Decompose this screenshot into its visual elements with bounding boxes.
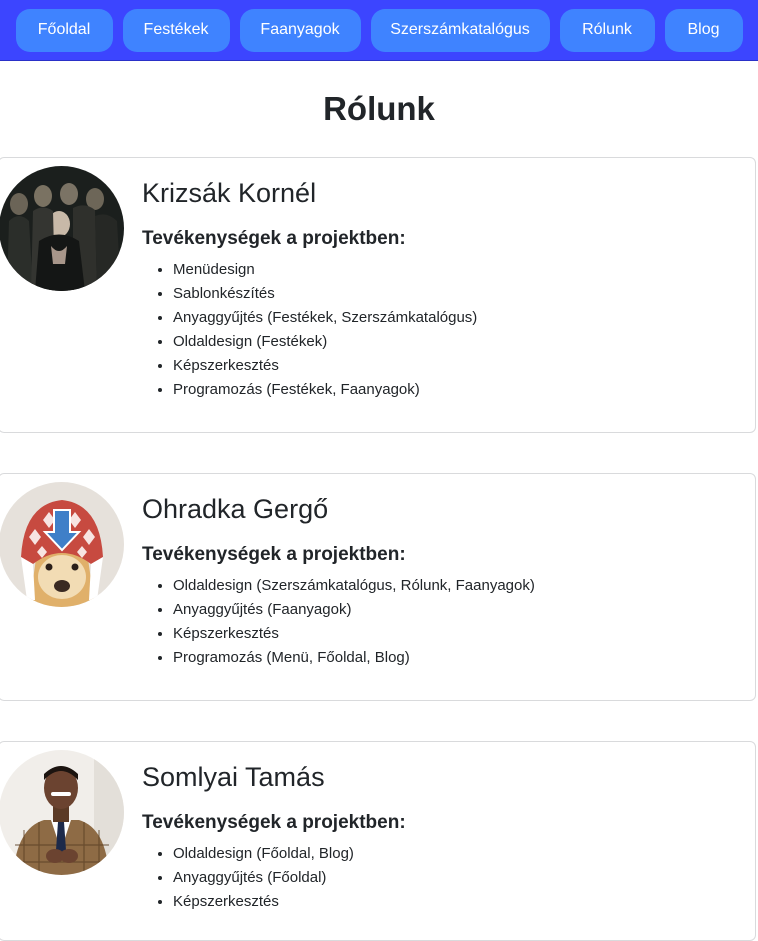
activities-list: Menüdesign Sablonkészítés Anyaggyűjtés (… <box>142 258 477 402</box>
activities-list: Oldaldesign (Szerszámkatalógus, Rólunk, … <box>142 574 535 670</box>
member-card-2: Ohradka Gergő Tevékenységek a projektben… <box>0 473 756 701</box>
member-avatar-2 <box>0 482 124 607</box>
dog-with-helmet-image <box>0 482 124 607</box>
list-item: Menüdesign <box>173 258 477 282</box>
member-avatar-3 <box>0 750 124 875</box>
member-name: Krizsák Kornél <box>142 178 317 208</box>
list-item: Képszerkesztés <box>173 622 535 646</box>
list-item: Képszerkesztés <box>173 354 477 378</box>
top-navigation: Főoldal Festékek Faanyagok Szerszámkatal… <box>0 0 758 61</box>
list-item: Programozás (Festékek, Faanyagok) <box>173 378 477 402</box>
band-photo-image <box>0 166 124 291</box>
list-item: Anyaggyűjtés (Festékek, Szerszámkatalógu… <box>173 306 477 330</box>
member-avatar-1 <box>0 166 124 291</box>
activities-heading: Tevékenységek a projektben: <box>142 812 406 833</box>
list-item: Oldaldesign (Festékek) <box>173 330 477 354</box>
man-in-suit-image <box>0 750 124 875</box>
list-item: Anyaggyűjtés (Főoldal) <box>173 866 354 890</box>
nav-button-szerszamkatalogus[interactable]: Szerszámkatalógus <box>370 8 550 52</box>
list-item: Sablonkészítés <box>173 282 477 306</box>
list-item: Programozás (Menü, Főoldal, Blog) <box>173 646 535 670</box>
member-card-1: Krizsák Kornél Tevékenységek a projektbe… <box>0 157 756 433</box>
member-card-3: Somlyai Tamás Tevékenységek a projektben… <box>0 741 756 941</box>
activities-heading: Tevékenységek a projektben: <box>142 544 406 565</box>
nav-button-fooldal[interactable]: Főoldal <box>15 8 113 52</box>
list-item: Oldaldesign (Főoldal, Blog) <box>173 842 354 866</box>
member-name: Somlyai Tamás <box>142 762 325 792</box>
activities-heading: Tevékenységek a projektben: <box>142 228 406 249</box>
page-title: Rólunk <box>323 90 435 127</box>
nav-button-rolunk[interactable]: Rólunk <box>559 8 655 52</box>
list-item: Anyaggyűjtés (Faanyagok) <box>173 598 535 622</box>
nav-button-blog[interactable]: Blog <box>664 8 743 52</box>
member-name: Ohradka Gergő <box>142 494 329 524</box>
activities-list: Oldaldesign (Főoldal, Blog) Anyaggyűjtés… <box>142 842 354 914</box>
nav-button-festekek[interactable]: Festékek <box>122 8 230 52</box>
list-item: Képszerkesztés <box>173 890 354 914</box>
list-item: Oldaldesign (Szerszámkatalógus, Rólunk, … <box>173 574 535 598</box>
nav-button-faanyagok[interactable]: Faanyagok <box>239 8 361 52</box>
